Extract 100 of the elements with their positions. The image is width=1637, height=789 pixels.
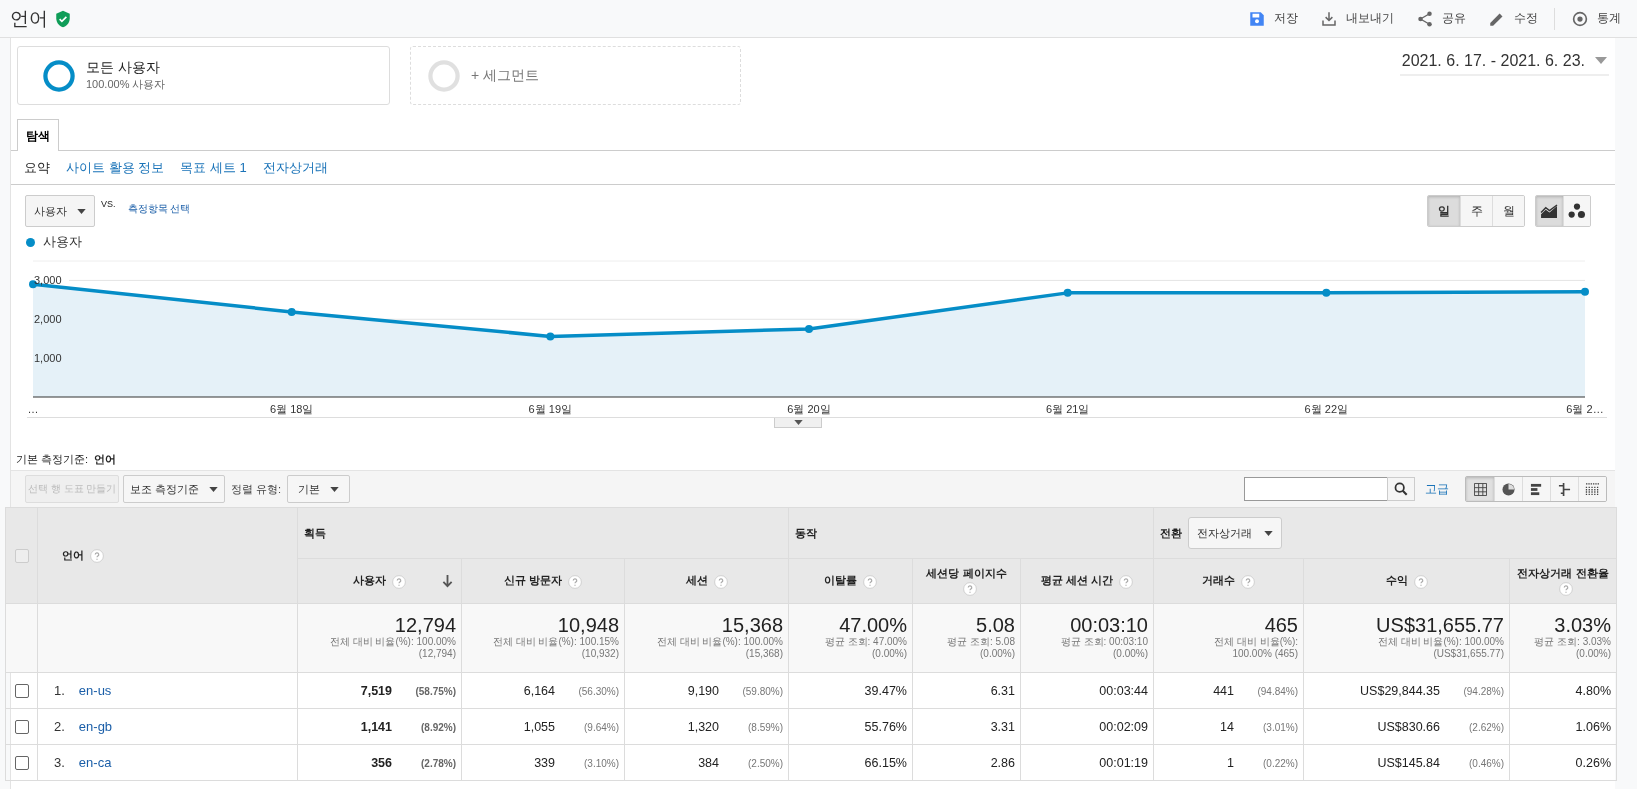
secondary-dimension-dropdown[interactable]: 보조 측정기준 xyxy=(123,475,226,503)
table-cell: 55.76% xyxy=(864,719,907,734)
y-tick-label: 1,000 xyxy=(34,352,62,365)
percent-share: (3.01%) xyxy=(1262,721,1298,733)
column-header[interactable]: 언어 xyxy=(62,548,84,561)
row-checkbox[interactable] xyxy=(14,719,29,734)
export-action[interactable]: 내보내기 xyxy=(1320,9,1394,28)
segment-card[interactable]: 모든 사용자 100.00% 사용자 xyxy=(17,46,390,105)
period-button[interactable]: 월 xyxy=(1492,196,1524,226)
dimension-value: 언어 xyxy=(94,451,117,467)
total-note: (0.00%) xyxy=(1575,648,1611,660)
table-cell: 356 xyxy=(371,755,392,770)
total-value: 15,368 xyxy=(720,614,783,636)
table-cell: 9,190 xyxy=(687,683,719,698)
total-value: US$31,655.77 xyxy=(1375,614,1504,636)
total-value: 12,794 xyxy=(393,614,456,636)
table-cell: 339 xyxy=(534,755,555,770)
bars-icon xyxy=(1530,482,1543,496)
tab[interactable]: 탐색 xyxy=(17,119,59,151)
row-rank: 3. xyxy=(54,755,65,770)
data-point xyxy=(1322,288,1331,297)
language-link[interactable]: en-us xyxy=(78,683,112,698)
add-segment-card[interactable]: + 세그먼트 xyxy=(410,46,741,105)
insights-action[interactable]: 통계 xyxy=(1571,9,1621,28)
row-checkbox[interactable] xyxy=(14,683,29,698)
y-tick-label: 2,000 xyxy=(34,313,62,326)
bubbles-icon xyxy=(1568,203,1586,219)
ring-icon xyxy=(42,58,76,93)
table-cell: 384 xyxy=(698,755,719,770)
caret-icon xyxy=(793,420,803,425)
period-button[interactable]: 주 xyxy=(1460,196,1492,226)
segment-detail: 100.00% 사용자 xyxy=(86,77,166,92)
collapse-handle[interactable] xyxy=(774,418,822,428)
period-button[interactable]: 일 xyxy=(1428,196,1460,226)
search-field[interactable] xyxy=(1244,477,1388,501)
line-chart-button[interactable] xyxy=(1536,196,1563,226)
column-header[interactable]: 사용자 xyxy=(297,558,462,604)
column-header[interactable]: 세션당 페이지수 xyxy=(912,558,1021,604)
total-note: 전체 대비 비율(%): xyxy=(1213,636,1298,648)
column-header[interactable]: 이탈률 xyxy=(788,558,913,604)
subnav-link[interactable]: 사이트 활용 정보 xyxy=(66,158,165,177)
select-all-checkbox[interactable] xyxy=(14,548,29,563)
table-cell: 441 xyxy=(1213,683,1234,698)
comparison-icon xyxy=(1558,482,1571,496)
share-icon xyxy=(1416,9,1434,28)
table-cell: 1,320 xyxy=(687,719,719,734)
table-view-button[interactable] xyxy=(1466,477,1494,501)
row-checkbox[interactable] xyxy=(14,755,29,770)
column-header[interactable]: 세션 xyxy=(624,558,789,604)
column-header[interactable]: 거래수 xyxy=(1153,558,1304,604)
table-cell: 1,141 xyxy=(360,719,392,734)
table-cell: 00:02:09 xyxy=(1099,719,1148,734)
percent-share: (56.30%) xyxy=(577,685,619,697)
percent-share: (9.64%) xyxy=(583,721,619,733)
edit-action[interactable]: 수정 xyxy=(1488,9,1538,28)
pivot-view-button[interactable] xyxy=(1578,477,1606,501)
total-note: (12,794) xyxy=(417,648,456,660)
language-link[interactable]: en-gb xyxy=(78,719,113,734)
table-cell: 14 xyxy=(1220,719,1234,734)
sort-type-dropdown[interactable]: 기본 xyxy=(287,475,351,503)
percent-share: (0.22%) xyxy=(1262,757,1298,769)
subnav-link[interactable]: 목표 세트 1 xyxy=(180,158,247,177)
caret-icon xyxy=(77,208,86,214)
language-link[interactable]: en-ca xyxy=(78,755,112,770)
subnav-link[interactable]: 요약 xyxy=(24,158,50,177)
column-header[interactable]: 신규 방문자 xyxy=(461,558,625,604)
sort-arrow-icon[interactable] xyxy=(442,575,453,588)
total-note: (0.00%) xyxy=(979,648,1015,660)
percent-share: (59.80%) xyxy=(741,685,783,697)
column-header[interactable]: 평균 세션 시간 xyxy=(1020,558,1154,604)
total-note: (0.00%) xyxy=(871,648,907,660)
percent-share: (0.46%) xyxy=(1468,757,1504,769)
total-note: 평균 조회: 5.08 xyxy=(946,636,1015,648)
total-note: 전체 대비 비율(%): 100.15% xyxy=(491,636,619,648)
column-header[interactable]: 전자상거래 전환율 xyxy=(1509,558,1617,604)
save-action[interactable]: 저장 xyxy=(1248,9,1298,28)
total-note: 전체 대비 비율(%): 100.00% xyxy=(1376,636,1504,648)
data-point xyxy=(1581,287,1589,296)
table-cell: US$145.84 xyxy=(1377,755,1440,770)
search-button[interactable] xyxy=(1387,477,1415,501)
subnav-link[interactable]: 전자상거래 xyxy=(262,158,328,177)
segment-name: 모든 사용자 xyxy=(86,59,161,77)
total-value: 465 xyxy=(1263,614,1298,636)
motion-chart-button[interactable] xyxy=(1563,196,1590,226)
total-note: (10,932) xyxy=(580,648,619,660)
metric-dropdown[interactable]: 사용자 xyxy=(25,195,95,227)
total-note: 전체 대비 비율(%): 100.00% xyxy=(328,636,456,648)
column-group-header: 획득 xyxy=(304,526,326,539)
legend-label: 사용자 xyxy=(43,233,82,251)
advanced-link[interactable]: 고급 xyxy=(1425,480,1449,498)
total-note: (15,368) xyxy=(744,648,783,660)
sort-type-label: 정렬 유형: xyxy=(231,481,282,497)
compare-metric-link[interactable]: 측정항목 선택 xyxy=(127,202,191,216)
column-group-header: 전환 xyxy=(1160,526,1182,539)
conversion-dropdown[interactable]: 전자상거래 xyxy=(1188,517,1282,549)
date-range-picker[interactable]: 2021. 6. 17. - 2021. 6. 23. xyxy=(1399,52,1609,76)
x-tick-label: 6월 20일 xyxy=(787,403,831,415)
share-action[interactable]: 공유 xyxy=(1416,9,1466,28)
caret-icon xyxy=(330,486,340,492)
column-header[interactable]: 수익 xyxy=(1303,558,1510,604)
